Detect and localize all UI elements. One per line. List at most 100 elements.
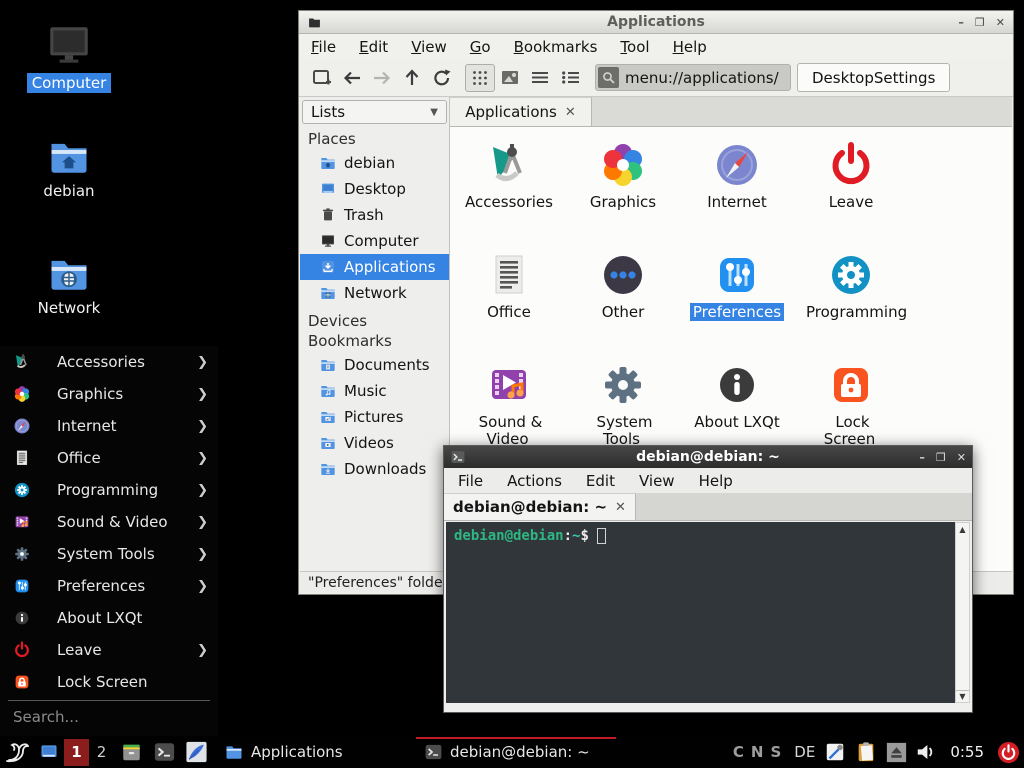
menu-file[interactable]: File — [311, 38, 336, 56]
sidebar-item-network[interactable]: Network — [300, 280, 449, 306]
scroll-down-icon[interactable]: ▼ — [956, 690, 969, 702]
scroll-up-icon[interactable]: ▲ — [956, 523, 969, 535]
terminal-tab[interactable]: debian@debian: ~ ✕ — [444, 493, 636, 520]
menu-item-preferences[interactable]: Preferences ❯ — [0, 570, 218, 602]
menu-item-sound-video[interactable]: Sound & Video ❯ — [0, 506, 218, 538]
thumbnail-view-button[interactable] — [495, 64, 525, 92]
leave-icon — [794, 141, 908, 189]
terminal-launcher[interactable] — [148, 736, 180, 768]
menu-item-system-tools[interactable]: System Tools ❯ — [0, 538, 218, 570]
menu-item-leave[interactable]: Leave ❯ — [0, 634, 218, 666]
desktop-icon-computer[interactable]: Computer — [14, 20, 124, 93]
graphics-icon — [566, 141, 680, 189]
menu-view[interactable]: View — [639, 472, 675, 490]
sidebar-item-desktop[interactable]: Desktop — [300, 176, 449, 202]
app-category-lock-screen[interactable]: Lock Screen — [794, 351, 908, 448]
app-category-preferences[interactable]: Preferences — [680, 241, 794, 321]
menu-item-about-lxqt[interactable]: About LXQt — [0, 602, 218, 634]
detailed-list-view-button[interactable] — [555, 64, 585, 92]
minimize-button[interactable]: – — [958, 17, 964, 28]
eject-removable-media-icon[interactable] — [886, 742, 907, 763]
clock[interactable]: 0:55 — [950, 743, 984, 761]
screenshot-tool-icon[interactable] — [824, 741, 846, 763]
office-icon — [13, 449, 31, 467]
task-applications[interactable]: Applications — [216, 736, 408, 768]
forward-button[interactable] — [367, 64, 397, 92]
fm-titlebar[interactable]: Applications – ❒ ✕ — [299, 11, 1013, 34]
menu-item-accessories[interactable]: Accessories ❯ — [0, 346, 218, 378]
terminal-screen[interactable]: debian@debian:~$ — [446, 522, 955, 703]
menu-bookmarks[interactable]: Bookmarks — [514, 38, 598, 56]
app-category-office[interactable]: Office — [452, 241, 566, 321]
sidebar-item-computer[interactable]: Computer — [300, 228, 449, 254]
app-category-graphics[interactable]: Graphics — [566, 131, 680, 211]
app-category-leave[interactable]: Leave — [794, 131, 908, 211]
task-terminal[interactable]: debian@debian: ~ — [416, 736, 616, 768]
menu-help[interactable]: Help — [699, 472, 733, 490]
menu-item-lock-screen[interactable]: Lock Screen — [0, 666, 218, 698]
close-button[interactable]: ✕ — [996, 17, 1005, 28]
menu-tool[interactable]: Tool — [620, 38, 649, 56]
workspace-2-button[interactable]: 2 — [89, 739, 114, 766]
menu-item-office[interactable]: Office ❯ — [0, 442, 218, 474]
terminal-titlebar[interactable]: debian@debian: ~ – ❒ ✕ — [444, 446, 972, 468]
minimize-button[interactable]: – — [919, 452, 925, 463]
menu-help[interactable]: Help — [673, 38, 707, 56]
menu-go[interactable]: Go — [470, 38, 491, 56]
menu-item-programming[interactable]: Programming ❯ — [0, 474, 218, 506]
keyboard-layout-indicator[interactable]: DE — [794, 743, 815, 761]
accessories-icon — [13, 353, 31, 371]
menu-edit[interactable]: Edit — [586, 472, 615, 490]
menu-file[interactable]: File — [458, 472, 483, 490]
close-button[interactable]: ✕ — [957, 452, 966, 463]
sidebar-item-trash[interactable]: Trash — [300, 202, 449, 228]
featherpad-launcher[interactable] — [180, 736, 212, 768]
icon-view-button[interactable] — [465, 64, 495, 92]
sidebar-item-pictures[interactable]: Pictures — [300, 404, 449, 430]
volume-icon[interactable] — [916, 743, 937, 761]
file-manager-launcher[interactable] — [114, 736, 148, 768]
menu-view[interactable]: View — [411, 38, 447, 56]
menu-edit[interactable]: Edit — [359, 38, 388, 56]
sidebar-item-music[interactable]: Music — [300, 378, 449, 404]
app-category-programming[interactable]: Programming — [794, 241, 908, 321]
app-category-sound-video[interactable]: Sound & Video — [452, 351, 566, 448]
tab-close-icon[interactable]: ✕ — [615, 500, 626, 515]
address-bar[interactable]: menu://applications/ — [595, 64, 791, 91]
terminal-scrollbar[interactable]: ▲ ▼ — [955, 522, 970, 703]
app-category-other[interactable]: Other — [566, 241, 680, 321]
desktop-icon-debian[interactable]: debian — [14, 136, 124, 201]
back-button[interactable] — [337, 64, 367, 92]
show-desktop-button[interactable] — [34, 736, 64, 768]
new-tab-button[interactable] — [307, 64, 337, 92]
compact-view-button[interactable] — [525, 64, 555, 92]
desktop-settings-button[interactable]: DesktopSettings — [797, 63, 950, 92]
terminal-cursor — [597, 528, 606, 544]
sidebar-item-videos[interactable]: Videos — [300, 430, 449, 456]
desktop-icon-network[interactable]: Network — [14, 253, 124, 318]
app-category-about-lxqt[interactable]: About LXQt — [680, 351, 794, 431]
up-button[interactable] — [397, 64, 427, 92]
clipboard-icon[interactable] — [855, 741, 877, 763]
main-menu-button[interactable] — [0, 736, 34, 768]
sidebar-item-downloads[interactable]: Downloads — [300, 456, 449, 482]
menu-actions[interactable]: Actions — [507, 472, 562, 490]
app-category-accessories[interactable]: Accessories — [452, 131, 566, 211]
maximize-button[interactable]: ❒ — [936, 452, 946, 463]
tab-close-icon[interactable]: ✕ — [565, 105, 576, 120]
menu-item-graphics[interactable]: Graphics ❯ — [0, 378, 218, 410]
workspace-1-button[interactable]: 1 — [64, 739, 89, 766]
sidebar-item-applications[interactable]: Applications — [300, 254, 449, 280]
menu-item-internet[interactable]: Internet ❯ — [0, 410, 218, 442]
maximize-button[interactable]: ❒ — [975, 17, 985, 28]
sidebar-item-documents[interactable]: Documents — [300, 352, 449, 378]
tab-applications[interactable]: Applications ✕ — [450, 97, 592, 126]
sidebar-mode-selector[interactable]: Lists ▼ — [302, 100, 447, 124]
app-category-system-tools[interactable]: System Tools — [566, 351, 680, 448]
menu-search-input[interactable]: Search... — [0, 701, 218, 733]
reload-button[interactable] — [427, 64, 457, 92]
leave-icon — [13, 641, 31, 659]
app-category-internet[interactable]: Internet — [680, 131, 794, 211]
sidebar-item-debian[interactable]: debian — [300, 150, 449, 176]
power-button-icon[interactable] — [997, 741, 1020, 764]
